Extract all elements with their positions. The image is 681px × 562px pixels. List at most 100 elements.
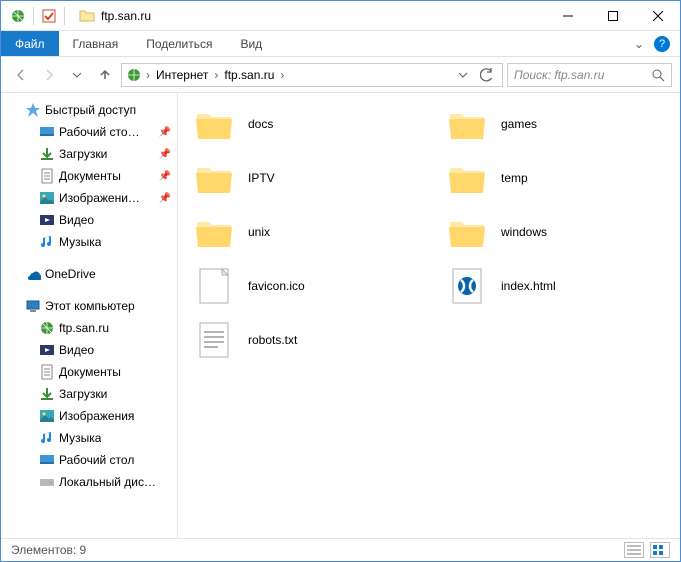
documents-icon <box>39 364 55 380</box>
item-name: docs <box>248 117 273 131</box>
folder-icon <box>194 104 234 144</box>
tree-label: Этот компьютер <box>45 299 135 313</box>
tab-share[interactable]: Поделиться <box>132 31 226 56</box>
tree-label: OneDrive <box>45 267 96 281</box>
tree-label: Рабочий стол <box>59 453 134 467</box>
tree-quick-item[interactable]: Загрузки📌 <box>1 143 177 165</box>
tree-quick-access[interactable]: Быстрый доступ <box>1 99 177 121</box>
tree-pc-item[interactable]: Документы <box>1 361 177 383</box>
chevron-right-icon[interactable]: › <box>144 68 152 82</box>
tree-label: Видео <box>59 213 94 227</box>
folder-item[interactable]: windows <box>439 211 672 253</box>
view-details-button[interactable] <box>624 542 644 558</box>
tree-pc-item[interactable]: Музыка <box>1 427 177 449</box>
maximize-button[interactable] <box>590 1 635 30</box>
app-icon[interactable] <box>7 5 29 27</box>
item-name: favicon.ico <box>248 279 305 293</box>
view-icons-button[interactable] <box>650 542 670 558</box>
tree-quick-item[interactable]: Видео <box>1 209 177 231</box>
folder-item[interactable]: temp <box>439 157 672 199</box>
folder-item[interactable]: unix <box>186 211 419 253</box>
video-icon <box>39 342 55 358</box>
tree-label: Изображени… <box>59 191 140 205</box>
back-button[interactable] <box>9 63 33 87</box>
status-label: Элементов: <box>11 543 76 557</box>
tree-pc-item[interactable]: Рабочий стол <box>1 449 177 471</box>
tree-label: Музыка <box>59 431 101 445</box>
tree-pc-item[interactable]: Локальный дис… <box>1 471 177 493</box>
pictures-icon <box>39 408 55 424</box>
folder-icon <box>447 104 487 144</box>
tree-label: Загрузки <box>59 387 107 401</box>
forward-button[interactable] <box>37 63 61 87</box>
minimize-button[interactable] <box>545 1 590 30</box>
item-name: unix <box>248 225 270 239</box>
address-bar[interactable]: › Интернет › ftp.san.ru › <box>121 63 503 87</box>
tree-this-pc[interactable]: Этот компьютер <box>1 295 177 317</box>
up-button[interactable] <box>93 63 117 87</box>
folder-icon <box>194 158 234 198</box>
tree-pc-item[interactable]: ftp.san.ru <box>1 317 177 339</box>
tree-label: Документы <box>59 365 121 379</box>
navigation-bar: › Интернет › ftp.san.ru › Поиск: ftp.san… <box>1 57 680 93</box>
pin-icon: 📌 <box>159 171 171 182</box>
file-icon <box>194 266 234 306</box>
music-icon <box>39 430 55 446</box>
file-icon <box>447 266 487 306</box>
help-icon[interactable]: ? <box>654 36 670 52</box>
pin-icon: 📌 <box>159 193 171 204</box>
breadcrumb-internet[interactable]: Интернет <box>154 68 210 82</box>
window-title: ftp.san.ru <box>101 9 151 23</box>
chevron-right-icon[interactable]: › <box>278 68 286 82</box>
breadcrumb-host[interactable]: ftp.san.ru <box>222 68 276 82</box>
pc-icon <box>25 298 41 314</box>
tree-quick-item[interactable]: Документы 📌 <box>1 165 177 187</box>
titlebar: ftp.san.ru <box>1 1 680 31</box>
tree-label: Изображения <box>59 409 134 423</box>
item-name: index.html <box>501 279 556 293</box>
downloads-icon <box>39 146 55 162</box>
properties-icon[interactable] <box>38 5 60 27</box>
dropdown-icon[interactable] <box>452 64 474 86</box>
folder-item[interactable]: docs <box>186 103 419 145</box>
file-icon <box>194 320 234 360</box>
tree-label: ftp.san.ru <box>59 321 109 335</box>
folder-icon <box>447 212 487 252</box>
close-button[interactable] <box>635 1 680 30</box>
star-icon <box>25 102 41 118</box>
tab-view[interactable]: Вид <box>226 31 276 56</box>
file-item[interactable]: robots.txt <box>186 319 419 361</box>
folder-icon <box>194 212 234 252</box>
tree-label: Документы <box>59 169 121 183</box>
file-item[interactable]: index.html <box>439 265 672 307</box>
video-icon <box>39 212 55 228</box>
folder-item[interactable]: games <box>439 103 672 145</box>
item-name: games <box>501 117 537 131</box>
file-item[interactable]: favicon.ico <box>186 265 419 307</box>
navigation-pane[interactable]: Быстрый доступРабочий сто…📌Загрузки📌Доку… <box>1 93 178 538</box>
tab-home[interactable]: Главная <box>59 31 133 56</box>
chevron-right-icon[interactable]: › <box>212 68 220 82</box>
file-list[interactable]: docs games IPTV temp unix windows favicon.ico i… <box>178 93 680 538</box>
ribbon: Файл Главная Поделиться Вид ⌄ ? <box>1 31 680 57</box>
search-box[interactable]: Поиск: ftp.san.ru <box>507 63 672 87</box>
tree-quick-item[interactable]: Рабочий сто…📌 <box>1 121 177 143</box>
refresh-icon[interactable] <box>476 64 498 86</box>
item-name: robots.txt <box>248 333 297 347</box>
tree-label: Музыка <box>59 235 101 249</box>
globe-icon <box>126 67 142 83</box>
tree-pc-item[interactable]: Видео <box>1 339 177 361</box>
search-icon[interactable] <box>651 68 665 82</box>
tree-quick-item[interactable]: Изображени… 📌 <box>1 187 177 209</box>
desktop-icon <box>39 124 55 140</box>
tree-quick-item[interactable]: Музыка <box>1 231 177 253</box>
tree-onedrive[interactable]: OneDrive <box>1 263 177 285</box>
ribbon-expand-icon[interactable]: ⌄ <box>634 37 644 51</box>
tree-pc-item[interactable]: Изображения <box>1 405 177 427</box>
folder-item[interactable]: IPTV <box>186 157 419 199</box>
status-count: 9 <box>80 543 87 557</box>
tab-file[interactable]: Файл <box>1 31 59 56</box>
recent-button[interactable] <box>65 63 89 87</box>
tree-pc-item[interactable]: Загрузки <box>1 383 177 405</box>
downloads-icon <box>39 386 55 402</box>
